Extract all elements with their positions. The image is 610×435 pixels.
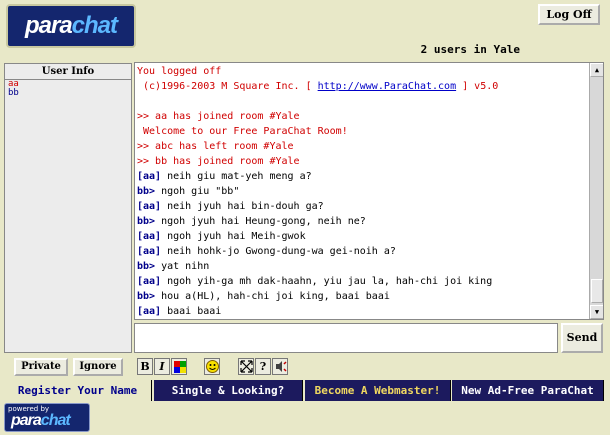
chat-line: >> bb has joined room #Yale bbox=[137, 154, 587, 169]
chat-line bbox=[137, 94, 587, 109]
chat-nick[interactable]: bb> bbox=[137, 291, 155, 302]
powered-para-text: para bbox=[11, 412, 42, 429]
logo-chat-text: chat bbox=[71, 12, 118, 39]
parachat-logo: parachat bbox=[6, 4, 136, 48]
system-message: >> abc has left room #Yale bbox=[137, 141, 294, 152]
chat-line: bb> ngoh jyuh hai Heung-gong, neih ne? bbox=[137, 214, 587, 229]
system-message: Welcome to our Free ParaChat Room! bbox=[137, 126, 348, 137]
send-button[interactable]: Send bbox=[561, 323, 603, 353]
chat-nick[interactable]: [aa] bbox=[137, 306, 161, 317]
chat-line: bb> hou a(HL), hah-chi joi king, baai ba… bbox=[137, 289, 587, 304]
tab-adfree-parachat[interactable]: New Ad-Free ParaChat bbox=[452, 380, 604, 401]
chat-line: bb> ngoh giu "bb" bbox=[137, 184, 587, 199]
tab-register-name[interactable]: Register Your Name bbox=[4, 380, 152, 401]
chat-line: >> aa has joined room #Yale bbox=[137, 109, 587, 124]
chat-nick[interactable]: bb> bbox=[137, 186, 155, 197]
chat-line: You logged off bbox=[137, 64, 587, 79]
chat-message-text: neih jyuh hai bin-douh ga? bbox=[161, 201, 324, 212]
sound-icon[interactable] bbox=[272, 358, 288, 375]
expand-icon[interactable] bbox=[238, 358, 254, 375]
logoff-button[interactable]: Log Off bbox=[538, 4, 600, 25]
chat-nick[interactable]: [aa] bbox=[137, 246, 161, 257]
chat-message-text: ngoh giu "bb" bbox=[155, 186, 240, 197]
chat-nick[interactable]: bb> bbox=[137, 261, 155, 272]
smiley-icon[interactable] bbox=[204, 358, 220, 375]
message-input[interactable] bbox=[134, 323, 558, 353]
chat-message-text: baai baai bbox=[161, 306, 222, 317]
system-message: >> bb has joined room #Yale bbox=[137, 156, 300, 167]
copyright-text: (c)1996-2003 M Square Inc. [ bbox=[137, 81, 318, 92]
user-list-panel: User Info aa bb bbox=[4, 63, 132, 353]
chat-line: [aa] neih jyuh hai bin-douh ga? bbox=[137, 199, 587, 214]
scroll-down-icon[interactable]: ▼ bbox=[590, 305, 603, 319]
chat-line: >> abc has left room #Yale bbox=[137, 139, 587, 154]
chat-line: (c)1996-2003 M Square Inc. [ http://www.… bbox=[137, 79, 587, 94]
chat-message-text: ngoh yih-ga mh dak-haahn, yiu jau la, ha… bbox=[161, 276, 493, 287]
color-palette-icon[interactable] bbox=[171, 358, 187, 375]
tab-single-looking[interactable]: Single & Looking? bbox=[154, 380, 303, 401]
chat-line: [aa] ngoh yih-ga mh dak-haahn, yiu jau l… bbox=[137, 274, 587, 289]
private-button[interactable]: Private bbox=[14, 358, 68, 376]
chat-nick[interactable]: [aa] bbox=[137, 231, 161, 242]
ignore-button[interactable]: Ignore bbox=[73, 358, 123, 376]
chat-message-text: ngoh jyuh hai Meih-gwok bbox=[161, 231, 306, 242]
powered-by-parachat-logo[interactable]: powered by parachat bbox=[4, 403, 90, 432]
chat-scrollbar[interactable]: ▲ ▼ bbox=[589, 63, 603, 319]
chat-message-text: yat nihn bbox=[155, 261, 210, 272]
chat-nick[interactable]: [aa] bbox=[137, 201, 161, 212]
chat-nick[interactable]: bb> bbox=[137, 216, 155, 227]
chat-message-text: neih hohk-jo Gwong-dung-wa gei-noih a? bbox=[161, 246, 396, 257]
powered-chat-text: chat bbox=[40, 412, 71, 429]
scroll-up-icon[interactable]: ▲ bbox=[590, 63, 603, 77]
chat-line: bb> yat nihn bbox=[137, 259, 587, 274]
chat-line: [aa] neih giu mat-yeh meng a? bbox=[137, 169, 587, 184]
help-icon[interactable]: ? bbox=[255, 358, 271, 375]
user-info-button[interactable]: User Info bbox=[5, 64, 131, 80]
chat-log: You logged off (c)1996-2003 M Square Inc… bbox=[134, 62, 604, 320]
chat-message-text: hou a(HL), hah-chi joi king, baai baai bbox=[155, 291, 390, 302]
chat-line: [aa] neih hohk-jo Gwong-dung-wa gei-noih… bbox=[137, 244, 587, 259]
italic-button[interactable]: I bbox=[154, 358, 170, 375]
version-text: ] v5.0 bbox=[456, 81, 499, 92]
chat-line: [aa] baai baai bbox=[137, 304, 587, 319]
user-list-item[interactable]: bb bbox=[5, 89, 131, 98]
tab-become-webmaster[interactable]: Become A Webmaster! bbox=[305, 380, 451, 401]
system-message: >> aa has joined room #Yale bbox=[137, 111, 300, 122]
user-list: aa bb bbox=[5, 80, 131, 98]
chat-line: [aa] ngoh jyuh hai Meih-gwok bbox=[137, 229, 587, 244]
chat-lines: You logged off (c)1996-2003 M Square Inc… bbox=[137, 64, 587, 319]
parachat-link[interactable]: http://www.ParaChat.com bbox=[318, 81, 456, 92]
chat-line: Welcome to our Free ParaChat Room! bbox=[137, 124, 587, 139]
logo-para-text: para bbox=[24, 12, 73, 39]
bold-button[interactable]: B bbox=[137, 358, 153, 375]
chat-message-text: neih giu mat-yeh meng a? bbox=[161, 171, 312, 182]
system-message: You logged off bbox=[137, 66, 222, 77]
chat-nick[interactable]: [aa] bbox=[137, 276, 161, 287]
user-list-item[interactable]: aa bbox=[5, 80, 131, 89]
room-user-count: 2 users in Yale bbox=[420, 43, 520, 56]
chat-nick[interactable]: [aa] bbox=[137, 171, 161, 182]
scrollbar-thumb[interactable] bbox=[591, 279, 603, 303]
chat-message-text: ngoh jyuh hai Heung-gong, neih ne? bbox=[155, 216, 366, 227]
